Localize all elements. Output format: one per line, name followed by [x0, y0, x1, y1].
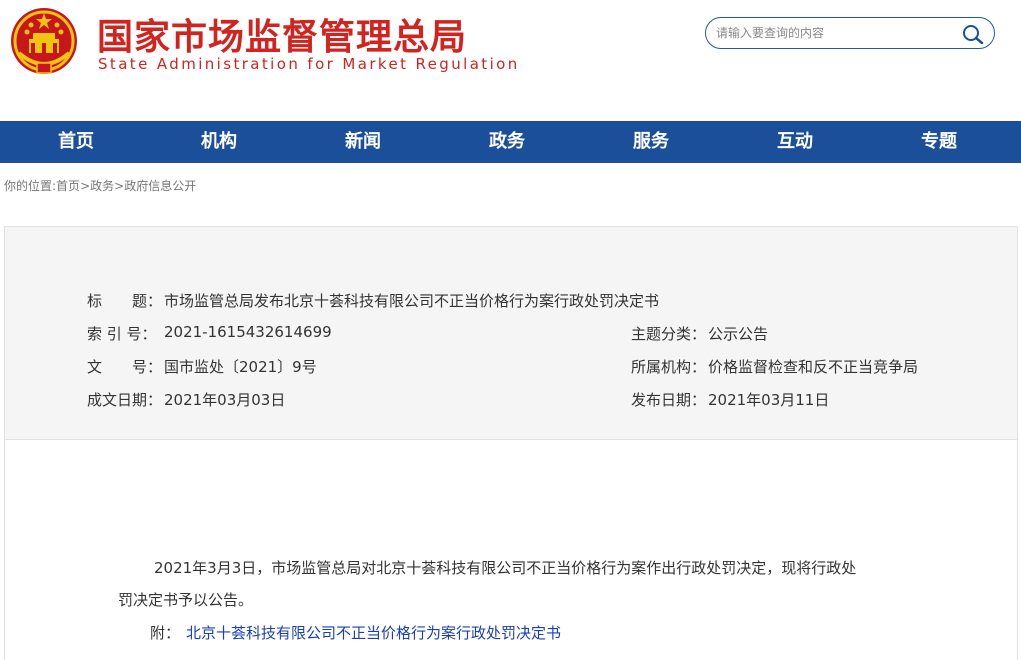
- nav-item-topics[interactable]: 专题: [867, 121, 1011, 163]
- main-nav: 首页 机构 新闻 政务 服务 互动 专题: [0, 121, 1021, 163]
- breadcrumb-item-government-affairs[interactable]: 政务: [90, 179, 114, 193]
- article-paragraph-line-2: 罚决定书予以公告。: [118, 591, 254, 609]
- nav-item-organization[interactable]: 机构: [147, 121, 291, 163]
- written-date-label: 成文日期：: [87, 391, 163, 409]
- doc-number-value: 国市监处〔2021〕9号: [164, 358, 317, 376]
- breadcrumb: 你的位置:首页>政务>政府信息公开: [4, 177, 196, 194]
- breadcrumb-separator: >: [114, 179, 125, 193]
- nav-item-services[interactable]: 服务: [579, 121, 723, 163]
- attachment-label: 附：: [150, 624, 181, 642]
- nav-item-government-affairs[interactable]: 政务: [435, 121, 579, 163]
- written-date-value: 2021年03月03日: [164, 391, 286, 409]
- topic-label: 主题分类：: [631, 325, 707, 343]
- breadcrumb-item-info-disclosure[interactable]: 政府信息公开: [124, 179, 196, 193]
- site-header: 国家市场监督管理总局 State Administration for Mark…: [0, 0, 1021, 121]
- title-label: 标 题：: [87, 292, 163, 310]
- doc-number-label: 文 号：: [87, 358, 163, 376]
- nav-item-interaction[interactable]: 互动: [723, 121, 867, 163]
- search-icon[interactable]: [962, 24, 984, 44]
- article-paragraph-line-1: 2021年3月3日，市场监管总局对北京十荟科技有限公司不正当价格行为案作出行政处…: [154, 559, 857, 577]
- index-label: 索 引 号：: [87, 325, 157, 343]
- title-value: 市场监管总局发布北京十荟科技有限公司不正当价格行为案行政处罚决定书: [164, 292, 660, 310]
- site-title-cn[interactable]: 国家市场监督管理总局: [97, 8, 467, 60]
- document-info-box: 标 题： 市场监管总局发布北京十荟科技有限公司不正当价格行为案行政处罚决定书 索…: [4, 226, 1018, 440]
- breadcrumb-separator: >: [80, 179, 91, 193]
- breadcrumb-item-home[interactable]: 首页: [56, 179, 80, 193]
- publish-date-value: 2021年03月11日: [708, 391, 830, 409]
- attachment-link[interactable]: 北京十荟科技有限公司不正当价格行为案行政处罚决定书: [186, 622, 561, 643]
- nav-item-home[interactable]: 首页: [4, 121, 148, 163]
- search-input[interactable]: [716, 24, 956, 42]
- topic-value: 公示公告: [708, 325, 769, 343]
- national-emblem-icon[interactable]: [9, 5, 79, 79]
- publish-date-label: 发布日期：: [631, 391, 707, 409]
- organization-value: 价格监督检查和反不正当竞争局: [708, 358, 919, 376]
- search-box: [705, 17, 995, 49]
- breadcrumb-prefix: 你的位置:: [4, 179, 57, 193]
- nav-item-news[interactable]: 新闻: [291, 121, 435, 163]
- site-title-en: State Administration for Market Regulati…: [98, 55, 520, 73]
- organization-label: 所属机构：: [631, 358, 707, 376]
- index-value: 2021-1615432614699: [164, 323, 332, 341]
